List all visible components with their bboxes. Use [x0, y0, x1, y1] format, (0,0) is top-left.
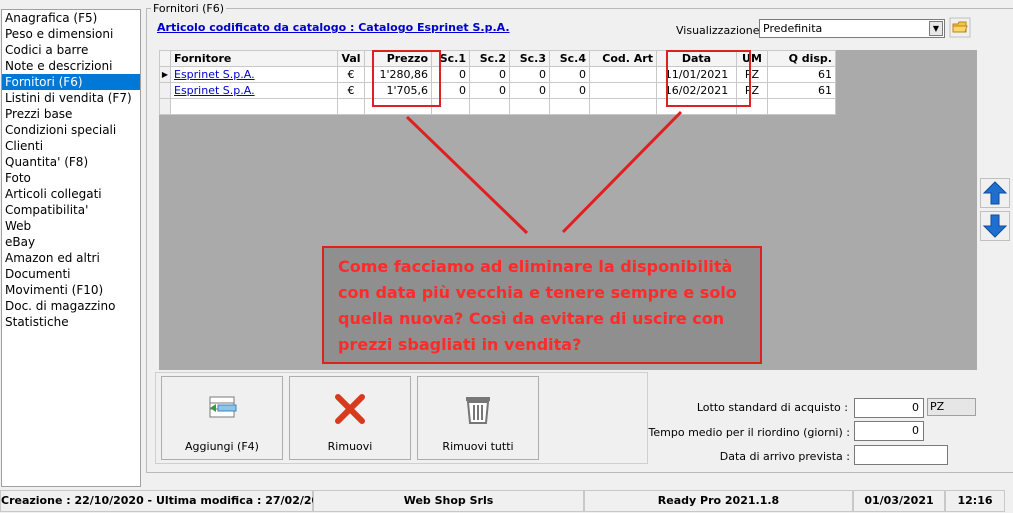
status-time: 12:16 — [945, 490, 1005, 512]
arrow-down-icon — [982, 214, 1008, 238]
cell-sc2[interactable]: 0 — [469, 66, 510, 83]
lotto-label: Lotto standard di acquisto : — [696, 401, 848, 414]
chevron-down-icon[interactable]: ▼ — [929, 21, 943, 36]
nav-item-peso-e-dimensioni[interactable]: Peso e dimensioni — [2, 26, 140, 42]
price-highlight-box — [372, 50, 441, 107]
row-indicator-header — [159, 50, 171, 67]
col-header-val[interactable]: Val — [337, 50, 365, 67]
empty-cell[interactable] — [767, 98, 836, 115]
nav-item-movimenti-f10[interactable]: Movimenti (F10) — [2, 282, 140, 298]
cell-val[interactable]: € — [337, 66, 365, 83]
status-date: 01/03/2021 — [853, 490, 945, 512]
lotto-input[interactable]: 0 — [854, 398, 924, 418]
nav-item-note-e-descrizioni[interactable]: Note e descrizioni — [2, 58, 140, 74]
remove-all-button-label: Rimuovi tutti — [442, 440, 514, 453]
nav-item-web[interactable]: Web — [2, 218, 140, 234]
remove-all-button[interactable]: Rimuovi tutti — [417, 376, 539, 460]
add-row-icon — [209, 396, 237, 418]
trash-icon — [466, 397, 490, 424]
nav-item-prezzi-base[interactable]: Prezzi base — [2, 106, 140, 122]
add-button-label: Aggiungi (F4) — [185, 440, 259, 453]
col-header-fornitore[interactable]: Fornitore — [170, 50, 338, 67]
cell-sc4[interactable]: 0 — [549, 66, 590, 83]
status-company: Web Shop Srls — [313, 490, 584, 512]
status-app-version: Ready Pro 2021.1.8 — [584, 490, 853, 512]
cell-qdisp[interactable]: 61 — [767, 82, 836, 99]
col-header-qdisp[interactable]: Q disp. — [767, 50, 836, 67]
row-pointer-icon: ▶ — [159, 66, 171, 83]
annotation-callout: Come facciamo ad eliminare la disponibil… — [322, 246, 762, 364]
nav-item-condizioni-speciali[interactable]: Condizioni speciali — [2, 122, 140, 138]
col-header-sc3[interactable]: Sc.3 — [509, 50, 550, 67]
col-header-sc2[interactable]: Sc.2 — [469, 50, 510, 67]
left-nav-list: Anagrafica (F5) Peso e dimensioni Codici a… — [1, 9, 141, 487]
nav-item-amazon-ed-altri[interactable]: Amazon ed altri — [2, 250, 140, 266]
tempo-input[interactable]: 0 — [854, 421, 924, 441]
add-button[interactable]: Aggiungi (F4) — [161, 376, 283, 460]
col-header-cod-art[interactable]: Cod. Art — [589, 50, 657, 67]
cell-sc2[interactable]: 0 — [469, 82, 510, 99]
cell-fornitore[interactable]: Esprinet S.p.A. — [170, 66, 338, 83]
nav-item-codici-a-barre[interactable]: Codici a barre — [2, 42, 140, 58]
empty-cell[interactable] — [170, 98, 338, 115]
nav-item-fornitori-f6[interactable]: Fornitori (F6) — [2, 74, 140, 90]
nav-item-statistiche[interactable]: Statistiche — [2, 314, 140, 330]
nav-item-ebay[interactable]: eBay — [2, 234, 140, 250]
nav-item-articoli-collegati[interactable]: Articoli collegati — [2, 186, 140, 202]
group-title: Fornitori (F6) — [151, 2, 227, 15]
date-highlight-box — [666, 50, 751, 107]
move-down-button[interactable] — [980, 211, 1010, 241]
nav-item-anagrafica-f5[interactable]: Anagrafica (F5) — [2, 10, 140, 26]
lotto-um: PZ — [927, 398, 976, 416]
cell-cod-art[interactable] — [589, 66, 657, 83]
catalog-link[interactable]: Articolo codificato da catalogo : Catalo… — [157, 21, 510, 34]
red-x-icon — [335, 394, 365, 424]
tempo-label: Tempo medio per il riordino (giorni) : — [648, 426, 850, 439]
cell-cod-art[interactable] — [589, 82, 657, 99]
row-indicator — [159, 82, 171, 99]
cell-sc4[interactable]: 0 — [549, 82, 590, 99]
remove-button-label: Rimuovi — [327, 440, 373, 453]
nav-item-compatibilita[interactable]: Compatibilita' — [2, 202, 140, 218]
view-label: Visualizzazione : — [676, 24, 767, 37]
status-created: Creazione : 22/10/2020 - Ultima modifica… — [0, 490, 334, 512]
view-select[interactable]: Predefinita ▼ — [759, 19, 945, 38]
nav-item-foto[interactable]: Foto — [2, 170, 140, 186]
cell-val[interactable]: € — [337, 82, 365, 99]
folder-button[interactable] — [949, 17, 971, 38]
arrivo-input[interactable] — [854, 445, 948, 465]
nav-item-clienti[interactable]: Clienti — [2, 138, 140, 154]
nav-item-listini-di-vendita-f7[interactable]: Listini di vendita (F7) — [2, 90, 140, 106]
col-header-sc4[interactable]: Sc.4 — [549, 50, 590, 67]
supplier-link[interactable]: Esprinet S.p.A. — [174, 84, 255, 97]
row-indicator — [159, 98, 171, 115]
nav-item-doc-di-magazzino[interactable]: Doc. di magazzino — [2, 298, 140, 314]
nav-item-quantita-f8[interactable]: Quantita' (F8) — [2, 154, 140, 170]
nav-item-documenti[interactable]: Documenti — [2, 266, 140, 282]
cell-sc3[interactable]: 0 — [509, 82, 550, 99]
arrivo-label: Data di arrivo prevista : — [719, 450, 850, 463]
empty-cell[interactable] — [509, 98, 550, 115]
empty-cell[interactable] — [469, 98, 510, 115]
view-select-value: Predefinita — [763, 22, 823, 35]
cell-qdisp[interactable]: 61 — [767, 66, 836, 83]
arrow-up-icon — [982, 181, 1008, 205]
empty-cell[interactable] — [589, 98, 657, 115]
cell-sc3[interactable]: 0 — [509, 66, 550, 83]
empty-cell[interactable] — [549, 98, 590, 115]
move-up-button[interactable] — [980, 178, 1010, 208]
supplier-link[interactable]: Esprinet S.p.A. — [174, 68, 255, 81]
cell-fornitore[interactable]: Esprinet S.p.A. — [170, 82, 338, 99]
remove-button[interactable]: Rimuovi — [289, 376, 411, 460]
folder-icon — [949, 17, 971, 38]
empty-cell[interactable] — [337, 98, 365, 115]
